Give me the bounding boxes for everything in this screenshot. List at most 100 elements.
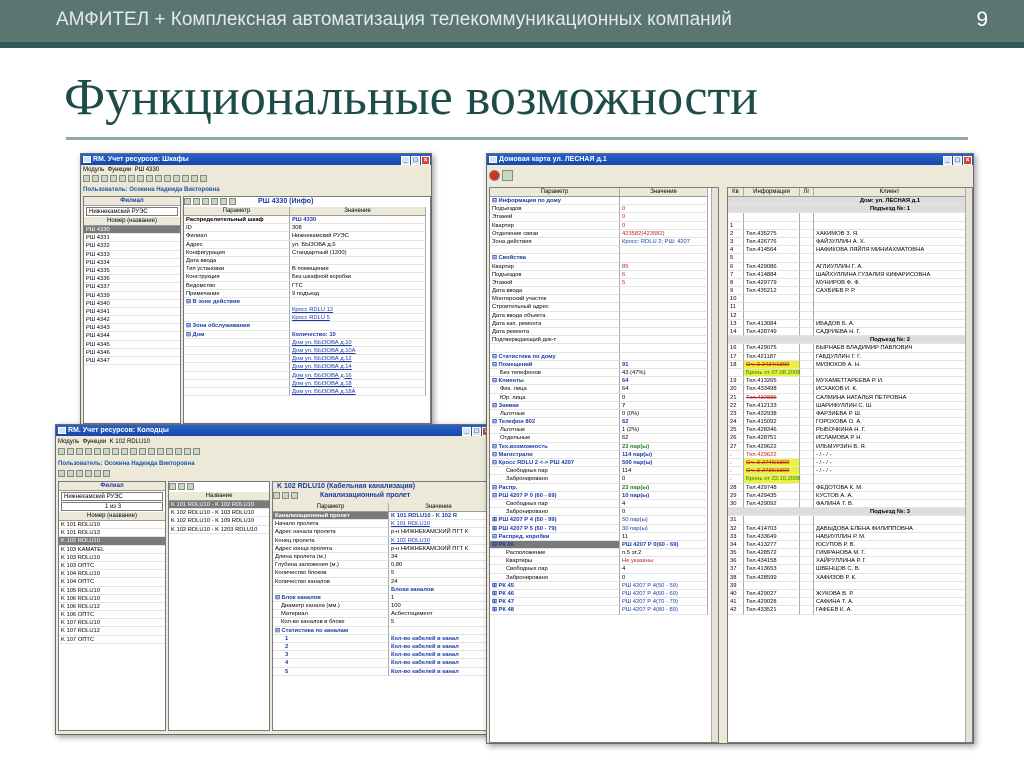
tool-icon[interactable] bbox=[76, 470, 83, 477]
window-titlebar[interactable]: RM. Учет ресурсов: Шкафы _ □ × bbox=[81, 154, 431, 165]
apartment-row[interactable]: 29 Тел.429435 КУСТОВ А. А. bbox=[728, 491, 972, 500]
minimize-button[interactable]: _ bbox=[462, 427, 471, 436]
menu-functions[interactable]: Функции bbox=[83, 439, 107, 445]
apartment-row[interactable]: 32 Тел.414703 ДАВЫДОВА ЕЛЕНА ФИЛИППОВНА bbox=[728, 524, 972, 533]
table-row[interactable]: Дата ремонта bbox=[490, 328, 718, 337]
table-row[interactable]: Юр. лица 0 bbox=[490, 393, 718, 402]
table-row[interactable]: ⊟ Свойства bbox=[490, 254, 718, 263]
apartment-row[interactable]: 5 bbox=[728, 254, 972, 263]
apartment-row[interactable]: 12 bbox=[728, 311, 972, 320]
table-row[interactable]: Строительный адрес bbox=[490, 303, 718, 312]
table-row[interactable]: ⊟ Информация по дому bbox=[490, 197, 718, 206]
apartment-row[interactable] bbox=[728, 213, 972, 222]
tool-icon[interactable] bbox=[58, 470, 65, 477]
apartment-row[interactable]: 4 Тел.414564 НАФИКОВА ЛЯЙЛЯ МИНИАХМАТОВНА bbox=[728, 246, 972, 255]
close-button[interactable]: × bbox=[963, 156, 972, 165]
apartment-row[interactable]: 36 Тел.434158 ХАЙРУЛЛИНА Р. Г. bbox=[728, 557, 972, 566]
tool-icon[interactable] bbox=[184, 448, 191, 455]
tool-icon[interactable] bbox=[202, 198, 209, 205]
list-item[interactable]: РШ 4330 bbox=[84, 226, 180, 235]
table-row[interactable]: Канализационный пролет K 101 RDLU10 - K 1… bbox=[273, 512, 491, 521]
table-row[interactable]: Дом ул. БЫЗОВА д.18А bbox=[184, 387, 430, 397]
table-row[interactable]: Физ. лица 64 bbox=[490, 385, 718, 394]
table-row[interactable]: Дом ул. БЫЗОВА д.18 bbox=[184, 379, 430, 388]
apartment-row[interactable]: 9 Тел.435212 САХБИЕВ Р. Р. bbox=[728, 287, 972, 296]
apartment-row[interactable]: 8 Тел.429779 МУНИРОВ Ф. Ф. bbox=[728, 278, 972, 288]
table-row[interactable]: Дом ул. БЫЗОВА д.12 bbox=[184, 355, 430, 364]
table-row[interactable]: Дата кап. ремонта bbox=[490, 319, 718, 328]
apartment-row[interactable]: 24 Тел.415092 ГОРОХОВА О. А. bbox=[728, 418, 972, 427]
apartment-row[interactable]: 3 Тел.426776 ФАЙЗУЛЛИН А. Х. bbox=[728, 237, 972, 247]
apartment-row[interactable]: 25 Тел.428346 РЫБОЧКИНА Н. Г. bbox=[728, 426, 972, 435]
tool-icon[interactable] bbox=[67, 448, 74, 455]
tool-icon[interactable] bbox=[110, 175, 117, 182]
list-item[interactable]: K 107 ОПТС bbox=[59, 636, 165, 644]
table-row[interactable]: Дата ввода bbox=[184, 256, 430, 266]
apartment-row[interactable]: 1 bbox=[728, 221, 972, 230]
apartment-row[interactable]: 33 Тел.433649 НАБИУЛЛИН Р. М. bbox=[728, 532, 972, 541]
table-row[interactable]: ⊟ Телефон 802 62 bbox=[490, 418, 718, 427]
filial-select[interactable]: Нижнекамский РУЭС bbox=[86, 207, 178, 216]
tool-icon[interactable] bbox=[502, 170, 513, 181]
apartment-row[interactable]: . Оч. 3-2746/1899 - / - / - bbox=[728, 459, 972, 468]
list-item[interactable]: K 106 RDLU12 bbox=[59, 603, 165, 612]
table-row[interactable]: ⊟ Распр. 23 пар(ы) bbox=[490, 483, 718, 492]
apartment-row[interactable]: 23 Тел.432938 ФАРЗИЕВА Р. Ш. bbox=[728, 409, 972, 419]
table-row[interactable]: ⊟ Кросс RDLU 2 <-> РШ 4207 500 пар(ы) bbox=[490, 459, 718, 468]
table-row[interactable]: Тип установки В помещении bbox=[184, 265, 430, 274]
table-row[interactable]: Забронировано 0 bbox=[490, 508, 718, 517]
table-row[interactable]: ⊟ Дом Количество: 10 bbox=[184, 330, 430, 339]
table-row[interactable]: Подъездов 0 bbox=[490, 205, 718, 214]
list-item[interactable]: РШ 4342 bbox=[84, 316, 180, 325]
apartment-row[interactable]: 16 Тел.429075 БЫРНАЕВ ВЛАДИМИР ПАВЛОВИЧ bbox=[728, 344, 972, 353]
list-item[interactable]: K 103 KAMATEL bbox=[59, 546, 165, 554]
list-item[interactable]: K 106 RDLU10 bbox=[59, 595, 165, 603]
apartment-row[interactable]: 35 Тел.428572 ГИМРАНОВА М. Г. bbox=[728, 549, 972, 558]
maximize-button[interactable]: □ bbox=[411, 156, 420, 165]
table-row[interactable]: Конец пролета K 102 RDLU10 bbox=[273, 536, 491, 545]
minimize-button[interactable]: _ bbox=[401, 156, 410, 165]
apartment-row[interactable]: 42 Тел.433521 ГАФЕЕВ К. А. bbox=[728, 606, 972, 615]
tool-icon[interactable] bbox=[220, 198, 227, 205]
list-item[interactable]: РШ 4344 bbox=[84, 332, 180, 341]
apartment-row[interactable]: 31 bbox=[728, 516, 972, 525]
apartment-row[interactable]: 40 Тел.429027 ЖУКОВА В. Р. bbox=[728, 590, 972, 599]
table-row[interactable]: ⊟ Блок каналов 1 bbox=[273, 593, 491, 603]
apartment-row[interactable]: 38 Тел.428599 ХАФИЗОВ Р. К. bbox=[728, 573, 972, 582]
table-row[interactable]: ⊟ Распред. коробки 11 bbox=[490, 532, 718, 541]
apartment-row[interactable]: 7 Тел.414884 ШАЙХУЛЛИНА ГУЗАЛИЯ КИФАРИСОВН… bbox=[728, 270, 972, 279]
tool-icon[interactable] bbox=[76, 448, 83, 455]
table-row[interactable]: Адрес конца пролета р-н НИЖНЕКАМСКИЙ ПГТ … bbox=[273, 544, 491, 553]
list-item[interactable]: K 102 RDLU10 - K 103 RDLU10 bbox=[169, 509, 269, 518]
table-row[interactable]: Дом ул. БЫЗОВА д.10 bbox=[184, 338, 430, 347]
minimize-button[interactable]: _ bbox=[943, 156, 952, 165]
tool-icon[interactable] bbox=[184, 198, 191, 205]
apartment-row[interactable]: 17 Тел.421187 ГАБДУЛЛИН Г. Г. bbox=[728, 352, 972, 361]
table-row[interactable]: ⊟ В зоне действия bbox=[184, 297, 430, 307]
table-row[interactable]: Начало пролета K 101 RDLU10 bbox=[273, 520, 491, 529]
cabinets-window[interactable]: RM. Учет ресурсов: Шкафы _ □ × Модуль Функ… bbox=[80, 153, 432, 425]
scrollbar[interactable] bbox=[711, 188, 718, 742]
stop-icon[interactable] bbox=[489, 170, 500, 181]
apartment-row[interactable]: . Оч. 3-2736/1899 - / - / - bbox=[728, 467, 972, 476]
table-row[interactable]: Льготные 0 (0%) bbox=[490, 409, 718, 419]
menu-item-current[interactable]: РШ 4330 bbox=[135, 167, 160, 173]
list-item[interactable]: K 105 RDLU10 bbox=[59, 587, 165, 595]
table-row[interactable]: Льготные 1 (2%) bbox=[490, 426, 718, 435]
table-row[interactable]: Конструкция Без шкафной коробки bbox=[184, 273, 430, 282]
table-row[interactable]: Монтерский участок bbox=[490, 295, 718, 304]
menu-module[interactable]: Модуль bbox=[83, 167, 104, 173]
tool-icon[interactable] bbox=[58, 448, 65, 455]
list-item[interactable]: K 101 RDLU10 bbox=[59, 521, 165, 530]
apartment-row[interactable]: . Бронь от 23.10.2008 bbox=[728, 475, 972, 484]
tool-icon[interactable] bbox=[273, 492, 280, 499]
table-row[interactable]: Примечание 9 подъезд bbox=[184, 289, 430, 298]
apartment-row[interactable]: 22 Тел.412133 ШАРИФУЛЛИН С. Ш. bbox=[728, 401, 972, 410]
tool-icon[interactable] bbox=[182, 175, 189, 182]
table-row[interactable]: Блоки каналов bbox=[273, 585, 491, 594]
table-row[interactable]: Дом ул. БЫЗОВА д.16 bbox=[184, 371, 430, 380]
tool-icon[interactable] bbox=[173, 175, 180, 182]
apartment-row[interactable]: 27 Тел.429622 ИЛЬМУРЗИН В. Я. bbox=[728, 442, 972, 451]
list-item[interactable]: РШ 4333 bbox=[84, 251, 180, 259]
scrollbar[interactable] bbox=[965, 188, 972, 742]
